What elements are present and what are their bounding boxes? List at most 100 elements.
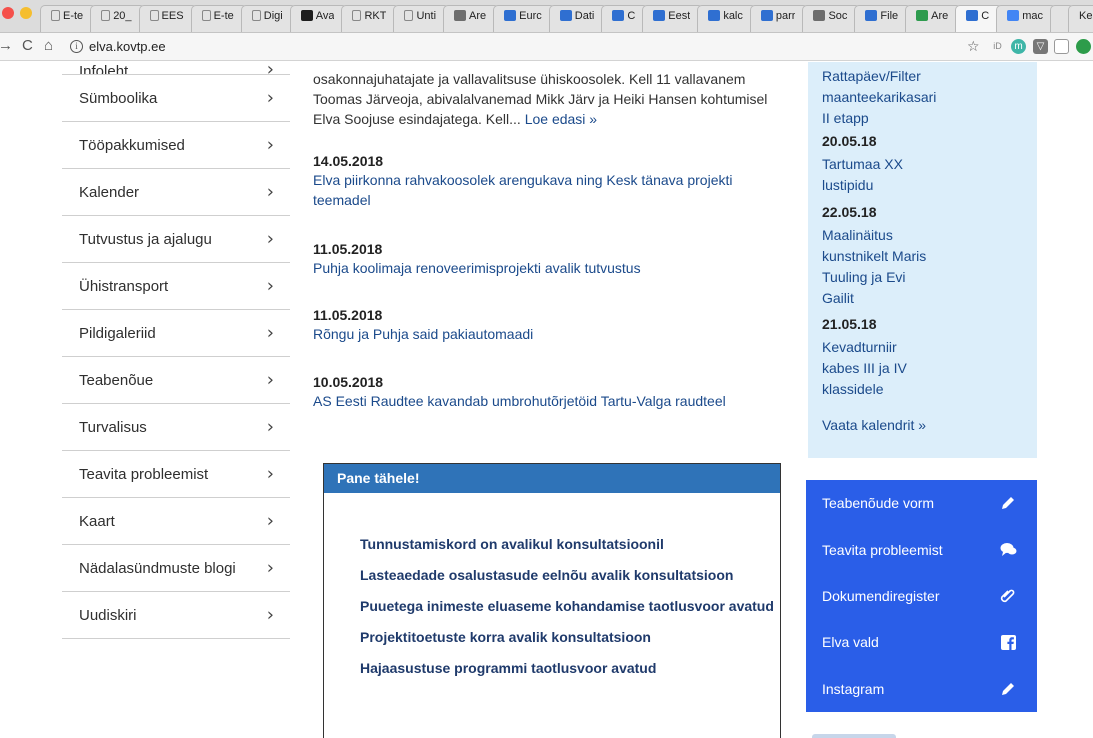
calendar-event-line[interactable]: maanteekarikasari bbox=[822, 87, 1022, 108]
browser-tab-title[interactable]: Ken bbox=[1079, 10, 1093, 22]
calendar-event-link[interactable]: Kevadturniir kabes III ja IV klassidele bbox=[822, 337, 1022, 400]
news-title-line[interactable]: teemadel bbox=[313, 190, 783, 210]
browser-tab-title[interactable]: Unti bbox=[416, 10, 436, 22]
browser-tab-title[interactable]: E-te bbox=[63, 10, 83, 22]
calendar-event-link[interactable]: Rattapäev/Filter maanteekarikasari II et… bbox=[822, 66, 1022, 129]
browser-tab[interactable]: Are bbox=[443, 5, 500, 32]
browser-tab[interactable]: C bbox=[955, 5, 1003, 32]
minimize-window-dot[interactable] bbox=[20, 7, 32, 19]
calendar-event-line[interactable]: Tartumaa XX bbox=[822, 154, 1022, 175]
browser-tab[interactable]: Digi bbox=[240, 5, 296, 32]
browser-tab[interactable]: RKT bbox=[341, 5, 400, 32]
close-window-dot[interactable] bbox=[2, 7, 14, 19]
news-title-link[interactable]: AS Eesti Raudtee kavandab umbrohutõrjetö… bbox=[313, 391, 783, 411]
sidebar-item[interactable]: Teavita probleemist › bbox=[62, 451, 290, 498]
browser-tab[interactable]: Eurc bbox=[493, 5, 555, 32]
news-title-link[interactable]: Elva piirkonna rahvakoosolek arengukava … bbox=[313, 170, 783, 210]
browser-tab-title[interactable]: C bbox=[981, 10, 989, 22]
reload-icon[interactable]: C bbox=[22, 37, 33, 55]
extension-m-icon[interactable]: m bbox=[1011, 39, 1026, 54]
browser-tab-title[interactable]: Are bbox=[931, 10, 948, 22]
browser-tab-title[interactable]: kalc bbox=[723, 10, 743, 22]
browser-tab-title[interactable]: Eest bbox=[668, 10, 690, 22]
notice-link[interactable]: Puuetega inimeste eluaseme kohandamise t… bbox=[360, 596, 774, 616]
extension-green-icon[interactable] bbox=[1076, 39, 1091, 54]
calendar-event-line[interactable]: Kevadturniir bbox=[822, 337, 1022, 358]
browser-tab[interactable]: Ken bbox=[1068, 5, 1093, 32]
browser-tab[interactable]: File bbox=[854, 5, 912, 32]
calendar-event-line[interactable]: Maalinäitus bbox=[822, 225, 1022, 246]
quick-link-label[interactable]: Instagram bbox=[822, 681, 884, 697]
extension-shield-icon[interactable]: ▽ bbox=[1033, 39, 1048, 54]
quick-link[interactable]: Dokumendiregister bbox=[806, 573, 1037, 619]
sidebar-item[interactable]: Nädalasündmuste blogi › bbox=[62, 545, 290, 592]
browser-tab[interactable]: Ava bbox=[289, 5, 348, 32]
address-bar[interactable]: i elva.kovtp.ee bbox=[70, 36, 965, 57]
browser-tab-title[interactable]: C bbox=[627, 10, 635, 22]
calendar-event-line[interactable]: klassidele bbox=[822, 379, 1022, 400]
extension-id-icon[interactable]: iD bbox=[990, 39, 1005, 54]
browser-tab[interactable]: Unti bbox=[393, 5, 450, 32]
browser-tab-title[interactable]: File bbox=[880, 10, 898, 22]
sidebar-item[interactable]: Pildigaleriid › bbox=[62, 310, 290, 357]
extension-doc-icon[interactable] bbox=[1054, 39, 1069, 54]
sidebar-item[interactable]: Sümboolika › bbox=[62, 75, 290, 122]
browser-tab-title[interactable]: Eurc bbox=[519, 10, 542, 22]
browser-tab-title[interactable]: mac bbox=[1022, 10, 1043, 22]
browser-tab[interactable]: C bbox=[601, 5, 649, 32]
sidebar-item[interactable]: Ühistransport › bbox=[62, 263, 290, 310]
calendar-event-line[interactable]: Gailit bbox=[822, 288, 1022, 309]
sidebar-item[interactable]: Tööpakkumised › bbox=[62, 122, 290, 169]
calendar-event-link[interactable]: Tartumaa XX lustipidu bbox=[822, 154, 1022, 196]
sidebar-item[interactable]: Tutvustus ja ajalugu › bbox=[62, 216, 290, 263]
browser-tab-title[interactable]: Are bbox=[469, 10, 486, 22]
quick-link-label[interactable]: Teabenõude vorm bbox=[822, 495, 934, 511]
see-calendar-link[interactable]: Vaata kalendrit » bbox=[822, 417, 926, 433]
notice-link[interactable]: Tunnustamiskord on avalikul konsultatsio… bbox=[360, 534, 774, 554]
info-icon[interactable]: i bbox=[70, 40, 83, 53]
browser-tab-title[interactable]: 20_ bbox=[113, 10, 131, 22]
browser-tab[interactable]: mac bbox=[996, 5, 1056, 32]
browser-tab[interactable]: kalc bbox=[697, 5, 756, 32]
quick-link-label[interactable]: Teavita probleemist bbox=[822, 542, 943, 558]
sidebar-item[interactable]: Kalender › bbox=[62, 169, 290, 216]
notice-link[interactable]: Lasteaedade osalustasude eelnõu avalik k… bbox=[360, 565, 774, 585]
browser-tab[interactable]: Soc bbox=[802, 5, 861, 32]
browser-tab[interactable]: E-te bbox=[190, 5, 247, 32]
sidebar-item[interactable]: Kaart › bbox=[62, 498, 290, 545]
read-more-link[interactable]: Loe edasi » bbox=[525, 111, 597, 127]
news-title-link[interactable]: Puhja koolimaja renoveerimisprojekti ava… bbox=[313, 258, 783, 278]
browser-tab-title[interactable]: EES bbox=[162, 10, 184, 22]
browser-tab-title[interactable]: Soc bbox=[828, 10, 847, 22]
browser-tab-title[interactable]: Ava bbox=[316, 10, 335, 22]
browser-tab-title[interactable]: parr bbox=[776, 10, 796, 22]
calendar-event-line[interactable]: kabes III ja IV bbox=[822, 358, 1022, 379]
calendar-event-line[interactable]: Rattapäev/Filter bbox=[822, 66, 1022, 87]
home-icon[interactable]: ⌂ bbox=[44, 37, 53, 55]
quick-link[interactable]: Elva vald bbox=[806, 619, 1037, 665]
sidebar-item[interactable]: Teabenõue › bbox=[62, 357, 290, 404]
quick-link[interactable]: Teavita probleemist bbox=[806, 526, 1037, 572]
browser-tab-title[interactable]: E-te bbox=[214, 10, 234, 22]
calendar-event-line[interactable]: II etapp bbox=[822, 108, 1022, 129]
url-text[interactable]: elva.kovtp.ee bbox=[89, 36, 166, 57]
sidebar-item[interactable]: Turvalisus › bbox=[62, 404, 290, 451]
quick-link[interactable]: Teabenõude vorm bbox=[806, 480, 1037, 526]
browser-tab[interactable]: parr bbox=[749, 5, 809, 32]
forward-icon[interactable]: → bbox=[0, 37, 13, 55]
browser-tab[interactable]: EES bbox=[138, 5, 197, 32]
calendar-event-line[interactable]: kunstnikelt Maris bbox=[822, 246, 1022, 267]
browser-tab[interactable]: Are bbox=[905, 5, 962, 32]
browser-tab[interactable]: Dati bbox=[548, 5, 608, 32]
browser-tab[interactable]: 20_ bbox=[90, 5, 145, 32]
calendar-event-line[interactable]: Tuuling ja Evi bbox=[822, 267, 1022, 288]
browser-tab[interactable]: Eest bbox=[642, 5, 704, 32]
browser-tab-title[interactable]: Dati bbox=[575, 10, 595, 22]
calendar-event-line[interactable]: lustipidu bbox=[822, 175, 1022, 196]
calendar-event-link[interactable]: Maalinäitus kunstnikelt Maris Tuuling ja… bbox=[822, 225, 1022, 309]
browser-tab-title[interactable]: RKT bbox=[364, 10, 386, 22]
quick-link-label[interactable]: Dokumendiregister bbox=[822, 588, 940, 604]
quick-link-label[interactable]: Elva vald bbox=[822, 634, 879, 650]
notice-link[interactable]: Projektitoetuste korra avalik konsultats… bbox=[360, 627, 774, 647]
bookmark-star-icon[interactable]: ☆ bbox=[967, 37, 980, 55]
